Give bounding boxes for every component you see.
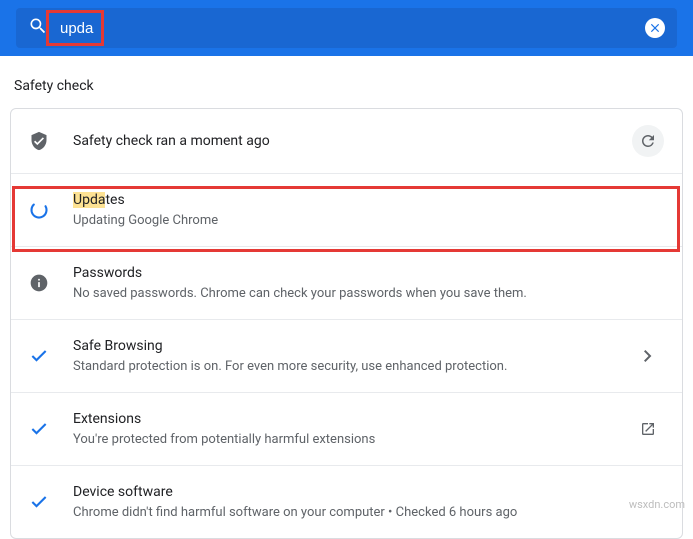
search-input[interactable] [60,20,645,37]
search-header [0,0,693,56]
check-icon [29,492,49,512]
row-subtitle: Chrome didn't find harmful software on y… [73,504,664,522]
section-title: Safety check [0,56,693,108]
clear-search-button[interactable] [645,18,665,38]
row-passwords[interactable]: Passwords No saved passwords. Chrome can… [11,247,682,320]
spinner-icon [29,200,49,220]
row-title: Device software [73,482,664,502]
row-title: Safe Browsing [73,336,632,356]
row-title: Passwords [73,263,664,283]
safety-check-card: Safety check ran a moment ago Updates Up… [10,108,683,539]
row-subtitle: You're protected from potentially harmfu… [73,431,632,449]
row-subtitle: Standard protection is on. For even more… [73,358,632,376]
check-icon [29,419,49,439]
row-extensions[interactable]: Extensions You're protected from potenti… [11,393,682,466]
open-in-new-icon [632,413,664,445]
row-title: Extensions [73,409,632,429]
shield-icon [29,131,49,151]
search-bar[interactable] [16,8,677,48]
row-subtitle: No saved passwords. Chrome can check you… [73,285,664,303]
row-title: Updates [73,190,664,210]
rerun-button[interactable] [632,125,664,157]
search-icon [28,16,48,40]
chevron-right-icon [632,340,664,372]
watermark: wsxdn.com [629,498,685,511]
row-safety-check: Safety check ran a moment ago [11,109,682,174]
row-device-software[interactable]: Device software Chrome didn't find harmf… [11,466,682,538]
check-icon [29,346,49,366]
highlight-match: Upda [73,192,105,208]
row-title: Safety check ran a moment ago [73,131,632,151]
info-icon [29,273,49,293]
row-subtitle: Updating Google Chrome [73,212,664,230]
row-safe-browsing[interactable]: Safe Browsing Standard protection is on.… [11,320,682,393]
row-updates[interactable]: Updates Updating Google Chrome [11,174,682,247]
